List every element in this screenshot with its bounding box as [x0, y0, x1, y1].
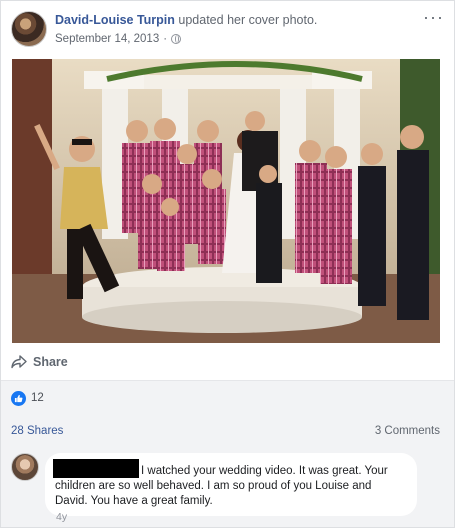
author-name[interactable]: David-Louise Turpin — [55, 13, 175, 27]
ellipsis-icon[interactable]: ··· — [423, 8, 444, 26]
share-arrow-icon — [11, 355, 27, 369]
post-meta: September 14, 2013 · — [55, 33, 182, 45]
cover-photo[interactable] — [12, 59, 440, 343]
post-card: David-Louise Turpin updated her cover ph… — [0, 0, 455, 528]
comment-bubble: I watched your wedding video. It was gre… — [45, 453, 417, 516]
thumbs-up-icon — [11, 391, 26, 406]
redacted-commenter-name — [53, 459, 139, 478]
comment-time[interactable]: 4y — [56, 511, 67, 523]
shares-count[interactable]: 28 Shares — [11, 425, 63, 437]
commenter-avatar[interactable] — [11, 453, 39, 481]
post-title: David-Louise Turpin updated her cover ph… — [55, 13, 317, 27]
share-button[interactable]: Share — [11, 351, 68, 373]
reactions-bar[interactable]: 12 — [1, 381, 454, 417]
globe-icon[interactable] — [171, 34, 182, 44]
share-label: Share — [33, 355, 68, 369]
post-date[interactable]: September 14, 2013 — [55, 33, 159, 45]
cover-photo-image — [12, 59, 440, 343]
comments-count[interactable]: 3 Comments — [375, 425, 440, 437]
post-action: updated her cover photo. — [178, 13, 318, 27]
comments-section: I watched your wedding video. It was gre… — [1, 445, 454, 527]
author-avatar[interactable] — [11, 11, 47, 47]
post-header: David-Louise Turpin updated her cover ph… — [11, 8, 444, 51]
like-count[interactable]: 12 — [31, 392, 44, 404]
post-stats: 28 Shares 3 Comments — [1, 417, 454, 445]
